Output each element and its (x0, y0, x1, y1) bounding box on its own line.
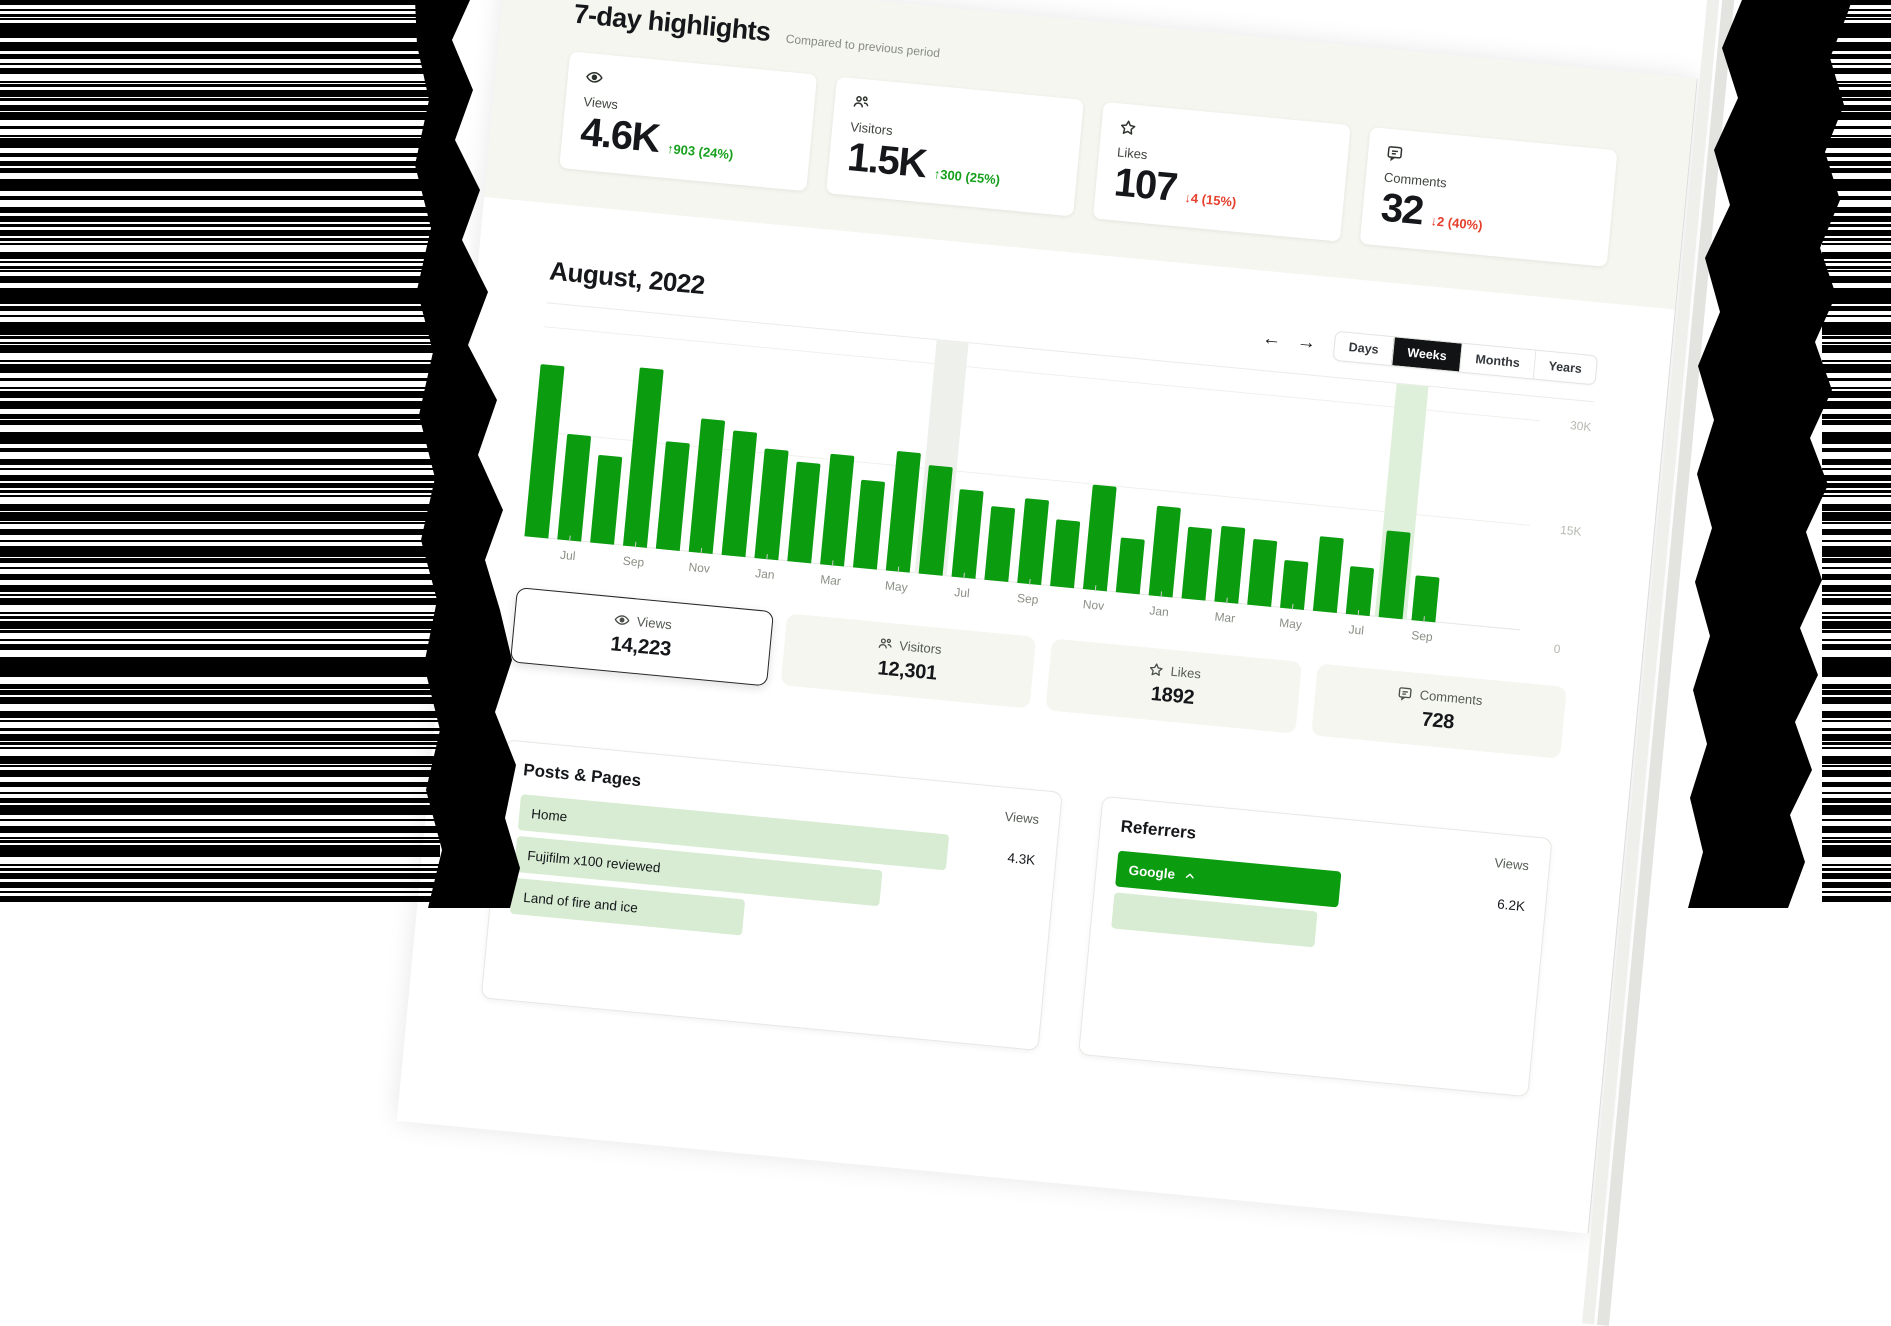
card-delta: ↑300 (25%) (933, 166, 1001, 187)
tab-label: Comments (1419, 687, 1483, 708)
chart-bar[interactable] (590, 455, 622, 545)
post-views (968, 879, 1033, 921)
y-tick-zero: 0 (1553, 642, 1561, 657)
range-option-months[interactable]: Months (1459, 343, 1535, 378)
post-label: Fujifilm x100 reviewed (527, 847, 661, 875)
chart-bar[interactable] (1346, 566, 1374, 616)
left-torn-scan-edge (0, 0, 440, 908)
views-highlight-card[interactable]: Views 4.6K ↑903 (24%) (559, 51, 817, 191)
chart-bar[interactable] (820, 454, 854, 567)
post-label: Land of fire and ice (523, 889, 639, 915)
range-option-days[interactable]: Days (1334, 331, 1394, 364)
tab-value: 1892 (1150, 683, 1195, 710)
chart-bar[interactable] (1280, 560, 1308, 610)
chart-bar[interactable] (557, 434, 591, 542)
comments-highlight-card[interactable]: Comments 32 ↓2 (40%) (1360, 127, 1618, 267)
views-column-header: Views (1494, 855, 1530, 873)
chart-bar[interactable] (1083, 485, 1117, 592)
card-delta: ↓4 (15%) (1184, 190, 1237, 210)
tab-label: Views (636, 614, 672, 633)
chart-bar[interactable] (984, 506, 1015, 582)
chart-bar[interactable] (787, 462, 820, 564)
tab-label: Visitors (899, 638, 943, 657)
tab-value: 12,301 (877, 657, 938, 685)
card-value: 4.6K (579, 111, 661, 160)
referrers-title: Referrers (1120, 817, 1197, 844)
referrer-views: 6.2K (1462, 883, 1527, 925)
posts-pages-card: Posts & Pages Views Home 4.3K Fujifilm x… (481, 739, 1063, 1051)
y-tick-15k: 15K (1537, 521, 1582, 539)
chart-bar[interactable] (1116, 537, 1145, 594)
posts-pages-title: Posts & Pages (522, 760, 641, 791)
referrer-views (1458, 925, 1523, 967)
chart-bar[interactable] (524, 364, 564, 538)
dashboard-page: 7-day highlights Compared to previous pe… (397, 0, 1698, 1233)
post-views (964, 921, 1029, 963)
prev-period-button[interactable]: ← (1261, 329, 1282, 350)
likes-highlight-card[interactable]: Likes 107 ↓4 (15%) (1093, 102, 1351, 242)
comparison-note: Compared to previous period (785, 32, 940, 61)
x-axis-label: Sep (1399, 627, 1444, 645)
card-delta: ↑903 (24%) (666, 141, 734, 162)
views-column-header: Views (1004, 809, 1040, 827)
visitors-icon (877, 636, 893, 652)
card-value: 32 (1379, 187, 1424, 233)
chart-bar[interactable] (1214, 526, 1245, 604)
tab-comments[interactable]: Comments 728 (1311, 663, 1567, 758)
tab-visitors[interactable]: Visitors 12,301 (780, 613, 1036, 708)
chart-bar[interactable] (1017, 498, 1049, 585)
right-torn-scan-edge (1822, 0, 1891, 908)
range-segmented-control: Days Weeks Months Years (1332, 330, 1598, 385)
chart-bar[interactable] (1313, 536, 1344, 613)
next-period-button[interactable]: → (1296, 332, 1317, 353)
chevron-up-icon[interactable] (1182, 868, 1196, 882)
comment-icon (1397, 685, 1413, 701)
card-delta: ↓2 (40%) (1430, 213, 1483, 233)
x-axis-label: Nov (1071, 596, 1116, 614)
card-value: 1.5K (846, 136, 928, 185)
chart-bar[interactable] (853, 480, 885, 570)
tab-views[interactable]: Views 14,223 (510, 587, 774, 686)
tab-label: Likes (1170, 664, 1202, 682)
post-views: 4.3K (972, 837, 1037, 879)
referrer-label: Google (1128, 862, 1176, 881)
chart-bar[interactable] (1247, 539, 1277, 607)
tab-likes[interactable]: Likes 1892 (1045, 638, 1301, 733)
x-axis-label: Sep (611, 553, 656, 571)
x-axis-label: Jul (1334, 621, 1379, 639)
period-title: August, 2022 (548, 256, 706, 302)
post-label: Home (531, 806, 568, 824)
chart-bar[interactable] (1411, 575, 1439, 622)
x-axis-label: May (874, 577, 919, 595)
chart-bar[interactable] (952, 489, 984, 579)
visitors-highlight-card[interactable]: Visitors 1.5K ↑300 (25%) (826, 77, 1084, 217)
x-axis-label: Nov (677, 559, 722, 577)
chart-bar[interactable] (1050, 519, 1080, 588)
chart-bar[interactable] (1181, 527, 1212, 601)
x-axis-label: Mar (1202, 609, 1247, 627)
chart-bar[interactable] (722, 430, 758, 557)
x-axis-label: May (1268, 615, 1313, 633)
x-axis-label: Jan (742, 565, 787, 583)
x-axis-label: Jul (545, 546, 590, 564)
x-axis-label: Mar (808, 571, 853, 589)
tab-value: 14,223 (609, 633, 672, 662)
chart-bar[interactable] (656, 441, 690, 551)
range-option-years[interactable]: Years (1532, 350, 1597, 384)
referrers-card: Referrers Views Google 6.2K (1078, 796, 1552, 1097)
eye-icon (614, 612, 631, 629)
x-axis-label: Jul (939, 584, 984, 602)
page-title: 7-day highlights (572, 0, 771, 48)
highlights-section: 7-day highlights Compared to previous pe… (484, 0, 1697, 310)
chart-bar[interactable] (754, 448, 788, 560)
tab-value: 728 (1421, 709, 1456, 735)
y-tick-30k: 30K (1547, 416, 1592, 434)
chart-bar[interactable] (1149, 506, 1181, 598)
chart-bar[interactable] (689, 418, 726, 554)
x-axis-label: Sep (1005, 590, 1050, 608)
x-axis-label: Jan (1137, 602, 1182, 620)
card-value: 107 (1112, 161, 1178, 209)
range-option-weeks[interactable]: Weeks (1391, 337, 1462, 371)
star-icon (1148, 662, 1164, 678)
